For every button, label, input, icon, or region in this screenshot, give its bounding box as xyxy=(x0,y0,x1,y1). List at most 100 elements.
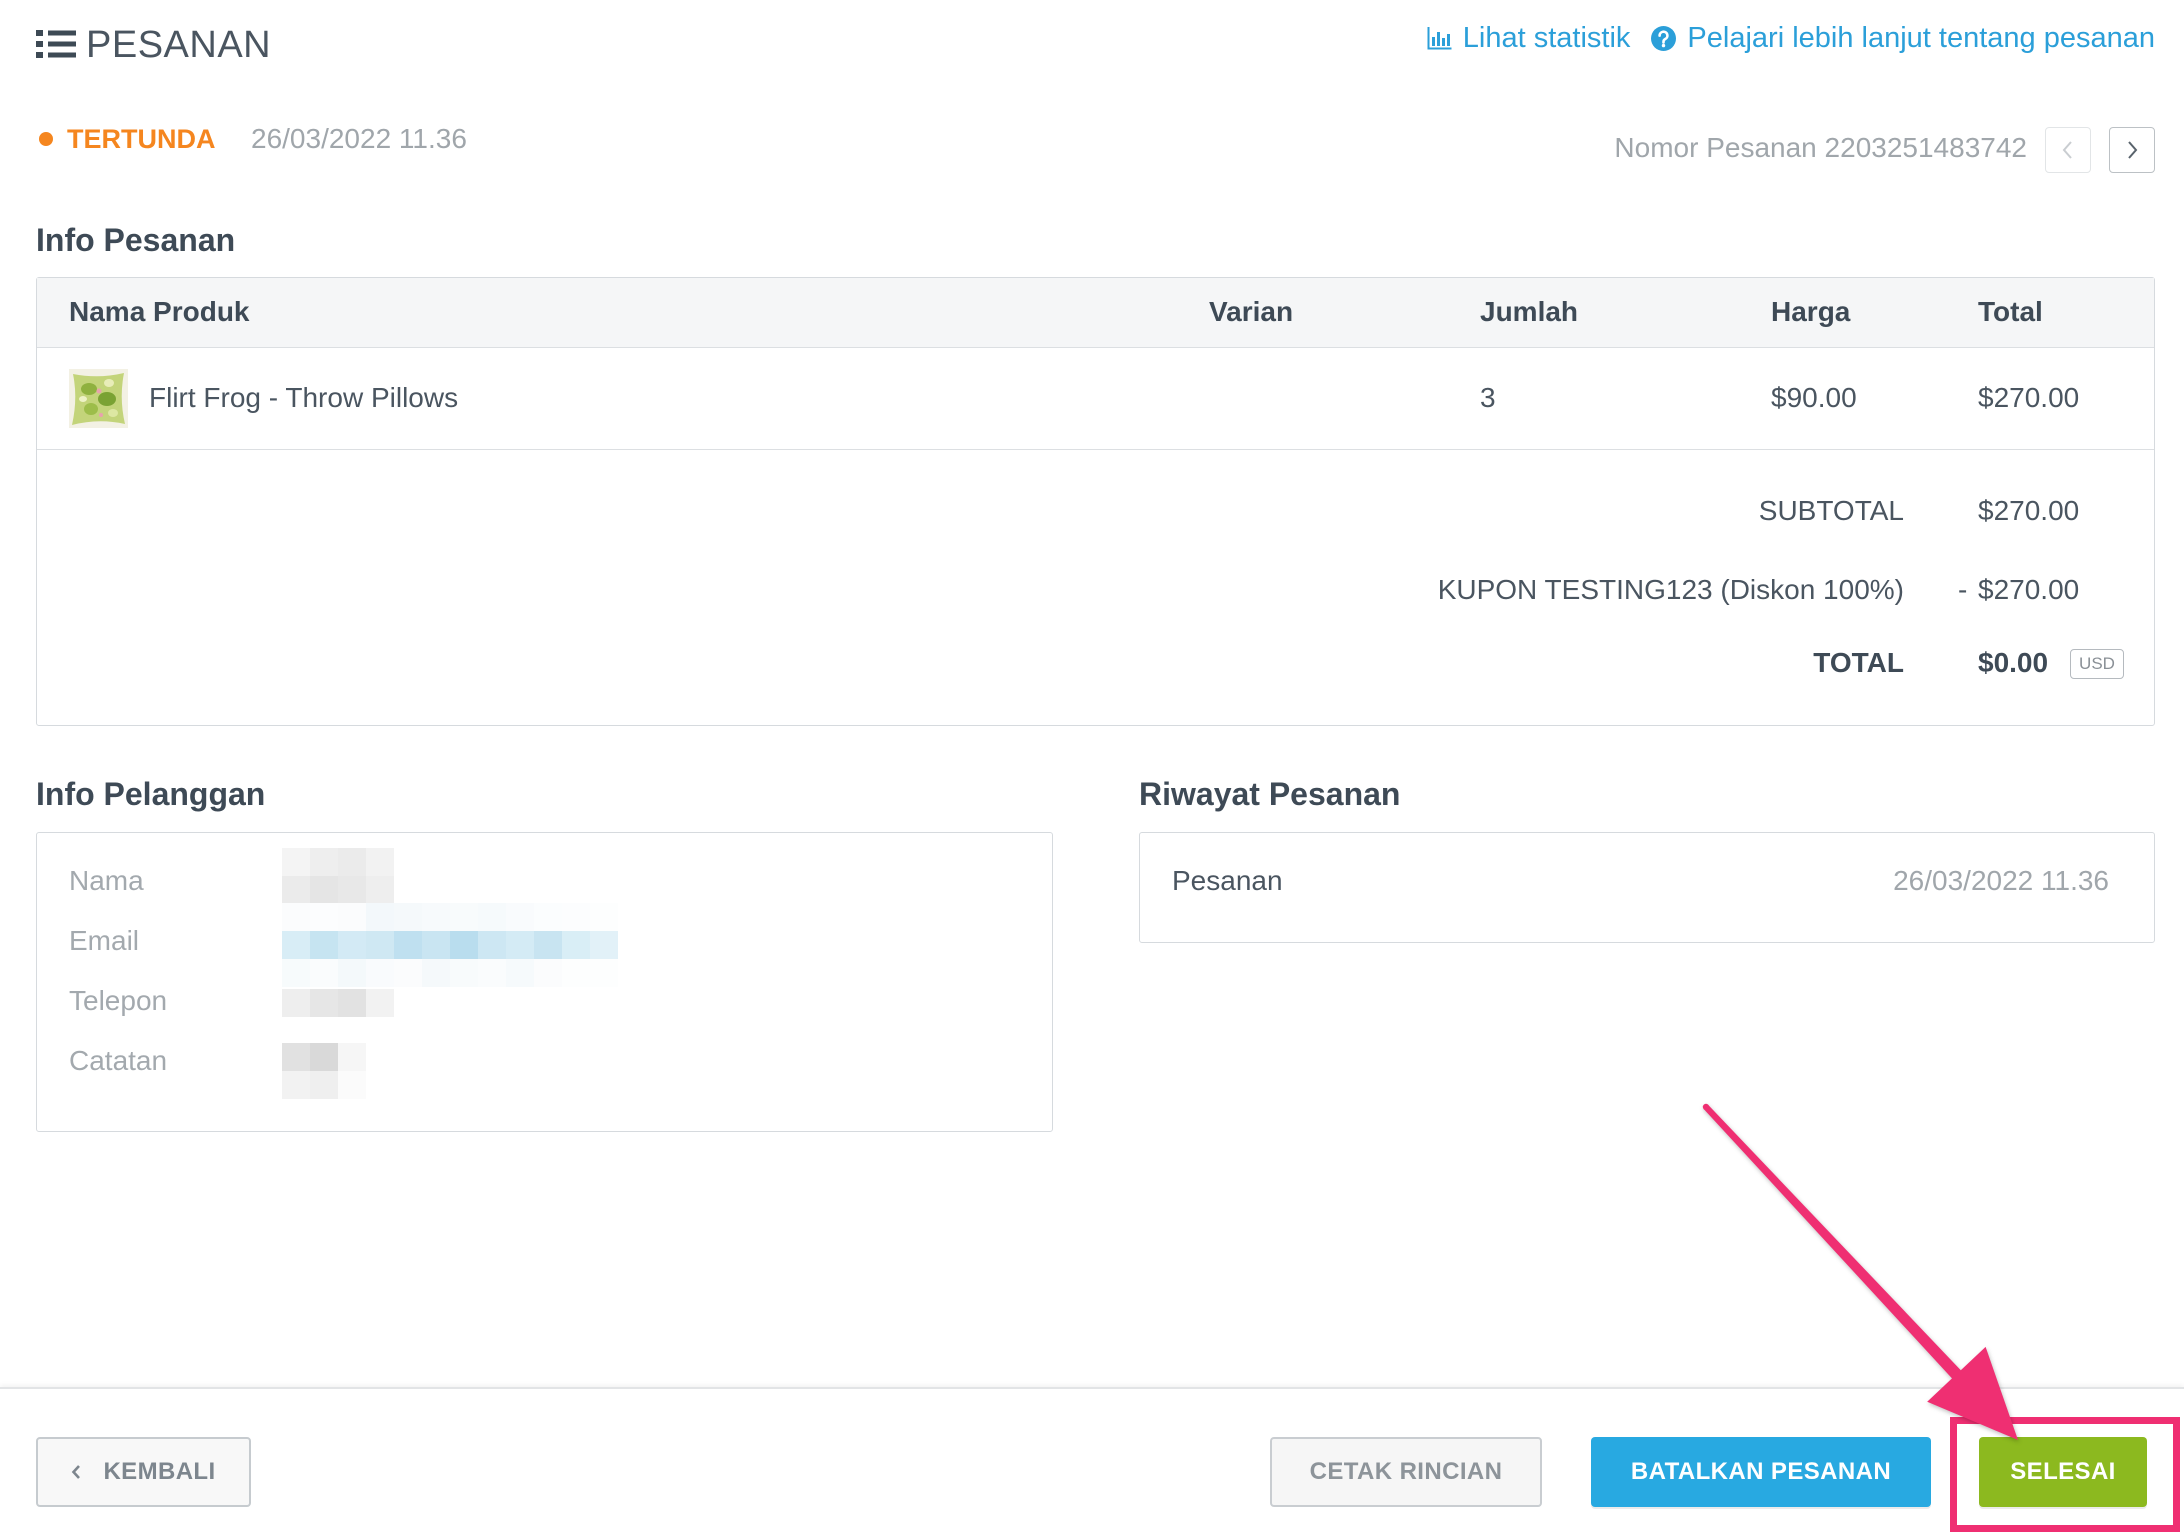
help-link-label: Pelajari lebih lanjut tentang pesanan xyxy=(1687,22,2155,54)
customer-info-heading: Info Pelanggan xyxy=(36,776,266,812)
redaction-pixel xyxy=(338,1043,366,1071)
redaction-pixel xyxy=(394,931,422,959)
redaction-pixel xyxy=(282,848,310,876)
redaction-pixel xyxy=(310,903,338,931)
redaction-pixel xyxy=(450,931,478,959)
redaction-pixel xyxy=(310,876,338,904)
chevron-left-icon xyxy=(2062,141,2072,159)
redaction-pixel xyxy=(562,931,590,959)
redaction-pixel xyxy=(590,903,618,931)
redaction-pixel xyxy=(422,903,450,931)
redaction-pixel xyxy=(450,959,478,987)
subtotal-value: $270.00 xyxy=(1978,495,2080,526)
column-variant: Varian xyxy=(1209,296,1294,327)
redaction-pixel xyxy=(366,903,394,931)
redaction-pixel xyxy=(310,989,338,1017)
redacted-email-value xyxy=(282,903,618,987)
redaction-pixel xyxy=(534,931,562,959)
redacted-phone-value xyxy=(282,989,394,1017)
history-event: Pesanan xyxy=(1172,865,1283,896)
redaction-pixel xyxy=(282,876,310,904)
product-price: $90.00 xyxy=(1771,382,1857,413)
redaction-pixel xyxy=(366,931,394,959)
redaction-pixel xyxy=(590,931,618,959)
coupon-value: $270.00 xyxy=(1978,574,2080,605)
column-price: Harga xyxy=(1771,296,1851,327)
redaction-pixel xyxy=(338,931,366,959)
total-value: $0.00 xyxy=(1978,647,2049,678)
back-button-label: KEMBALI xyxy=(103,1458,216,1485)
redaction-pixel xyxy=(282,1071,310,1099)
redaction-pixel xyxy=(338,959,366,987)
order-info-heading: Info Pesanan xyxy=(36,222,236,258)
column-product-name: Nama Produk xyxy=(69,296,250,327)
redaction-pixel xyxy=(478,959,506,987)
redaction-pixel xyxy=(338,989,366,1017)
redaction-pixel xyxy=(310,931,338,959)
redaction-pixel xyxy=(366,848,394,876)
back-button[interactable]: KEMBALI xyxy=(36,1437,251,1507)
redaction-pixel xyxy=(282,959,310,987)
order-number-value: 2203251483742 xyxy=(1824,132,2027,163)
order-history-panel: Pesanan 26/03/2022 11.36 xyxy=(1139,832,2155,943)
table-row: Flirt Frog - Throw Pillows 3 $90.00 $270… xyxy=(37,348,2154,450)
redaction-pixel xyxy=(310,848,338,876)
subtotal-label: SUBTOTAL xyxy=(1758,495,1904,526)
field-label-name: Nama xyxy=(69,865,144,896)
total-label: TOTAL xyxy=(1813,647,1904,678)
redaction-pixel xyxy=(506,959,534,987)
status-dot xyxy=(39,132,53,146)
stats-link[interactable]: Lihat statistik xyxy=(1427,21,1631,55)
order-number-label: Nomor Pesanan xyxy=(1614,132,1817,163)
redaction-pixel xyxy=(366,959,394,987)
product-thumbnail[interactable] xyxy=(69,369,128,428)
page-title: PESANAN xyxy=(86,24,272,66)
redaction-pixel xyxy=(338,848,366,876)
redaction-pixel xyxy=(310,959,338,987)
product-name[interactable]: Flirt Frog - Throw Pillows xyxy=(149,348,458,448)
redaction-pixel xyxy=(394,959,422,987)
column-quantity: Jumlah xyxy=(1480,296,1579,327)
complete-order-button[interactable]: SELESAI xyxy=(1979,1437,2147,1507)
redaction-pixel xyxy=(562,959,590,987)
redaction-pixel xyxy=(282,903,310,931)
redacted-note-value xyxy=(282,1043,366,1099)
order-items-table: Nama Produk Varian Jumlah Harga Total Fl… xyxy=(36,277,2155,726)
cancel-order-button[interactable]: BATALKAN PESANAN xyxy=(1591,1437,1931,1507)
stats-link-label: Lihat statistik xyxy=(1462,22,1631,54)
redaction-pixel xyxy=(366,989,394,1017)
question-circle-icon xyxy=(1651,25,1677,51)
previous-order-button[interactable] xyxy=(2045,127,2091,173)
header-links: Lihat statistik Pelajari lebih lanjut te… xyxy=(1427,21,2155,55)
next-order-button[interactable] xyxy=(2109,127,2155,173)
redaction-pixel xyxy=(478,931,506,959)
coupon-sign: - xyxy=(1958,574,1968,605)
list-icon[interactable] xyxy=(36,29,76,59)
redaction-pixel xyxy=(310,1071,338,1099)
history-timestamp: 26/03/2022 11.36 xyxy=(1893,865,2109,896)
redaction-pixel xyxy=(310,1043,338,1071)
field-label-phone: Telepon xyxy=(69,985,168,1016)
redaction-pixel xyxy=(534,959,562,987)
order-history-heading: Riwayat Pesanan xyxy=(1139,776,1401,812)
field-label-email: Email xyxy=(69,925,140,956)
chevron-right-icon xyxy=(2128,141,2138,159)
coupon-label: KUPON TESTING123 (Diskon 100%) xyxy=(1437,574,1904,605)
field-label-note: Catatan xyxy=(69,1045,168,1076)
product-quantity: 3 xyxy=(1480,382,1496,413)
customer-info-panel: Nama Email Telepon Catatan xyxy=(36,832,1053,1132)
product-total: $270.00 xyxy=(1978,382,2080,413)
order-date: 26/03/2022 11.36 xyxy=(251,123,467,154)
redaction-pixel xyxy=(394,903,422,931)
column-total: Total xyxy=(1978,296,2043,327)
print-details-button[interactable]: CETAK RINCIAN xyxy=(1270,1437,1542,1507)
redaction-pixel xyxy=(506,931,534,959)
help-link[interactable]: Pelajari lebih lanjut tentang pesanan xyxy=(1651,21,2155,55)
redaction-pixel xyxy=(338,903,366,931)
redaction-pixel xyxy=(534,903,562,931)
redaction-pixel xyxy=(562,903,590,931)
bar-chart-icon xyxy=(1427,27,1452,50)
redaction-pixel xyxy=(422,931,450,959)
redaction-pixel xyxy=(478,903,506,931)
redaction-pixel xyxy=(338,876,366,904)
